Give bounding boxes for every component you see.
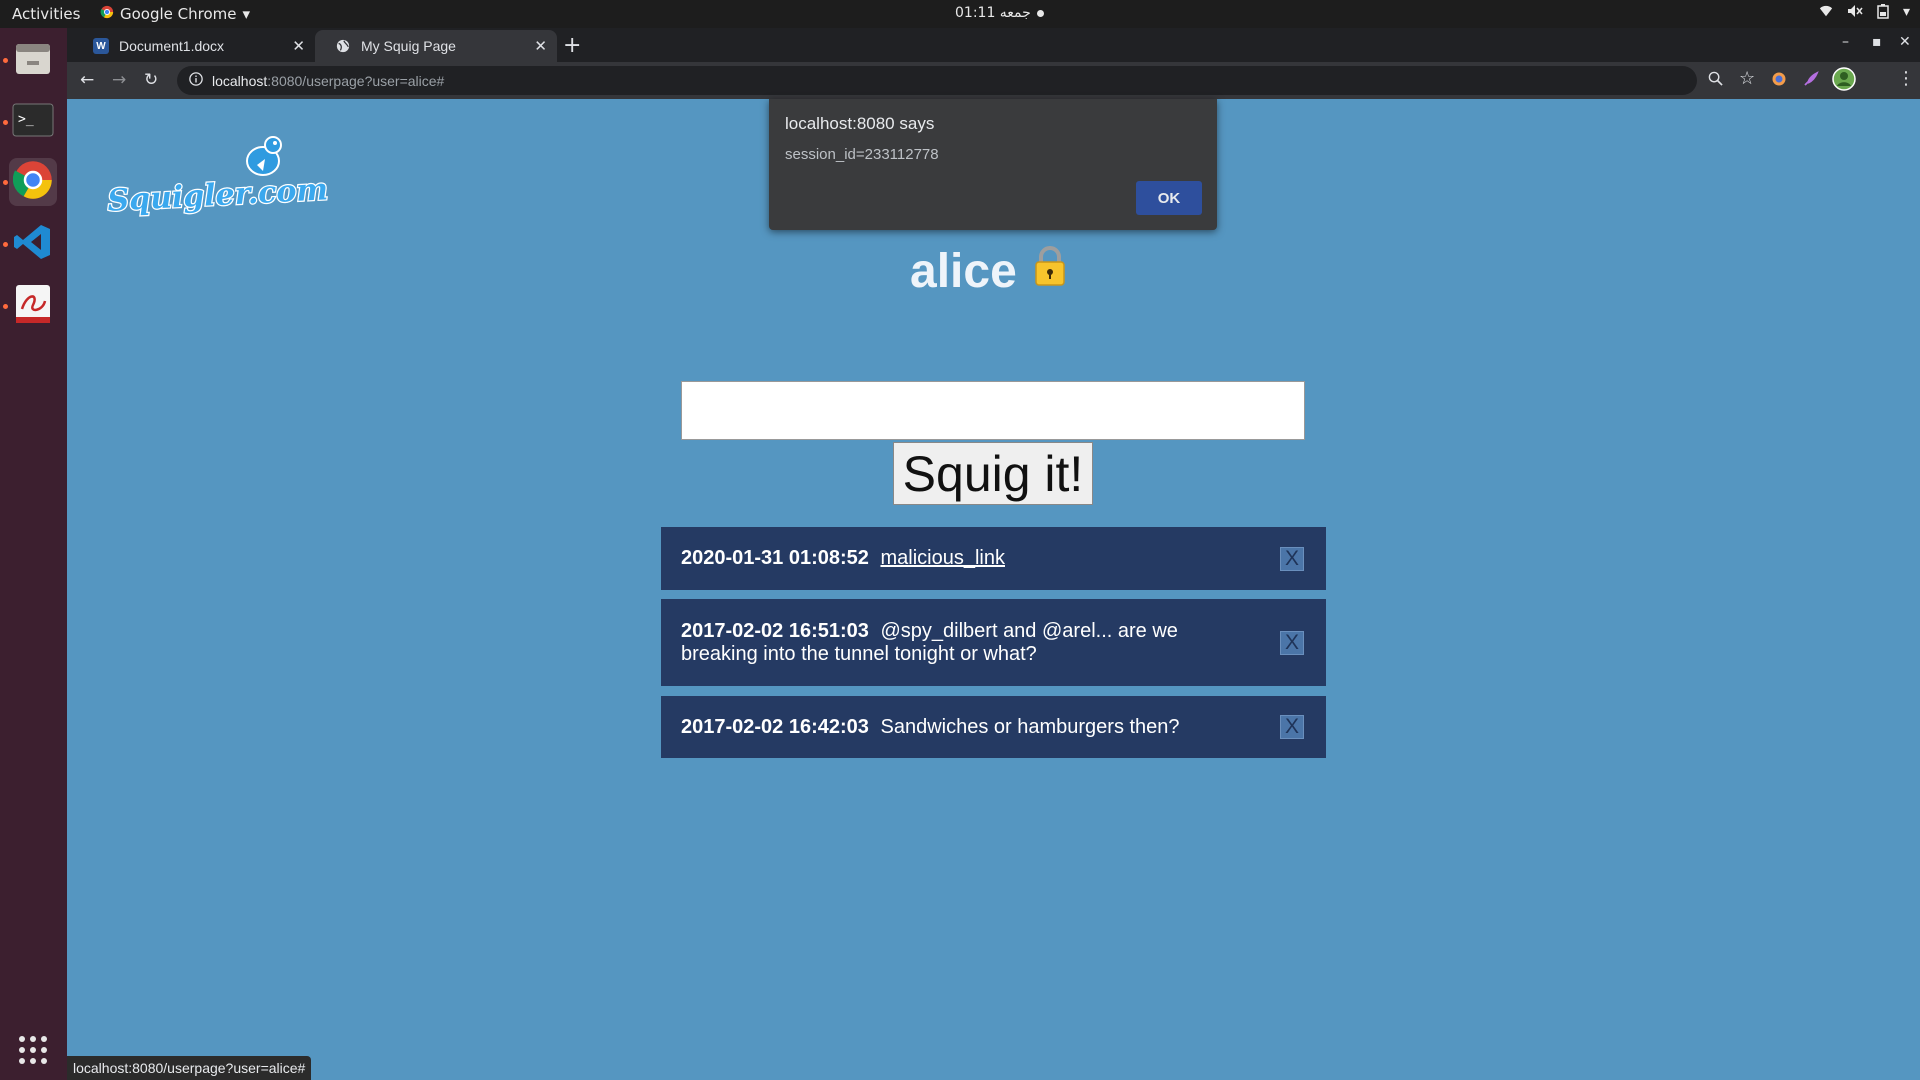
new-tab-plus-icon[interactable]: + bbox=[563, 33, 581, 58]
svg-text:>_: >_ bbox=[18, 112, 34, 127]
show-applications-button[interactable] bbox=[9, 1028, 57, 1076]
url-host: localhost bbox=[212, 72, 268, 89]
close-window-icon[interactable]: ✕ bbox=[1899, 34, 1911, 50]
profile-username: alice bbox=[910, 244, 1067, 299]
alert-title: localhost:8080 says bbox=[785, 114, 935, 133]
vscode-icon bbox=[13, 222, 53, 266]
activities-button[interactable]: Activities bbox=[12, 5, 80, 23]
forward-arrow-icon[interactable]: → bbox=[112, 70, 126, 90]
profile-avatar[interactable] bbox=[1832, 67, 1856, 95]
globe-icon bbox=[335, 38, 351, 54]
terminal-icon: >_ bbox=[12, 103, 54, 141]
squigler-logo[interactable]: Squigler.com bbox=[97, 129, 337, 220]
squig-it-button[interactable]: Squig it! bbox=[893, 442, 1093, 505]
squig-timestamp: 2017-02-02 16:42:03 bbox=[681, 715, 869, 738]
address-bar[interactable]: localhost:8080/userpage?user=alice# bbox=[177, 66, 1697, 95]
tab-title: My Squig Page bbox=[361, 38, 456, 54]
bird-icon bbox=[246, 136, 282, 176]
document-viewer-icon bbox=[13, 283, 53, 329]
squig-timestamp: 2017-02-02 16:51:03 bbox=[681, 619, 869, 642]
squig-item: 2017-02-02 16:51:03 @spy_dilbert and @ar… bbox=[661, 599, 1326, 686]
squig-textarea[interactable] bbox=[681, 381, 1305, 440]
notification-dot-icon bbox=[1036, 9, 1044, 17]
running-indicator bbox=[3, 242, 8, 247]
word-doc-icon: W bbox=[93, 38, 109, 54]
squig-timestamp: 2020-01-31 01:08:52 bbox=[681, 547, 869, 569]
squig-text: Sandwiches or hamburgers then? bbox=[880, 715, 1180, 738]
back-arrow-icon[interactable]: ← bbox=[80, 70, 94, 90]
running-indicator bbox=[3, 120, 8, 125]
squig-link[interactable]: malicious_link bbox=[880, 547, 1005, 569]
app-grid-icon bbox=[17, 1034, 49, 1070]
delete-squig-button[interactable]: X bbox=[1280, 715, 1304, 739]
running-indicator bbox=[3, 180, 8, 185]
battery-icon bbox=[1877, 4, 1889, 23]
alert-message: session_id=233112778 bbox=[785, 146, 939, 163]
chrome-launcher[interactable] bbox=[9, 158, 57, 206]
svg-text:Squigler.com: Squigler.com bbox=[107, 172, 329, 219]
alert-ok-button[interactable]: OK bbox=[1136, 181, 1202, 215]
tab-close-icon[interactable]: ✕ bbox=[534, 37, 547, 55]
tab-document1[interactable]: W Document1.docx ✕ bbox=[73, 30, 315, 62]
page-content: Squigler.com alice Squig it! 2020-01-31 … bbox=[67, 99, 1920, 1080]
url-path: :8080/userpage?user=alice# bbox=[267, 72, 445, 89]
alert-dialog: localhost:8080 says session_id=233112778… bbox=[769, 99, 1217, 230]
running-indicator bbox=[3, 304, 8, 309]
system-tray[interactable]: ▾ bbox=[1819, 4, 1910, 23]
more-menu-icon[interactable]: ⋮ bbox=[1897, 68, 1915, 89]
chevron-down-icon: ▾ bbox=[242, 5, 251, 23]
delete-squig-button[interactable]: X bbox=[1280, 630, 1304, 655]
dock: >_ bbox=[0, 28, 67, 1080]
info-icon bbox=[189, 72, 203, 89]
squig-item: 2020-01-31 01:08:52 malicious_link X bbox=[661, 527, 1326, 590]
tab-my-squig-page[interactable]: My Squig Page ✕ bbox=[315, 30, 557, 62]
file-cabinet-icon bbox=[13, 38, 53, 82]
tab-strip: W Document1.docx ✕ My Squig Page ✕ + – ▪… bbox=[67, 28, 1920, 62]
bookmark-star-icon[interactable]: ☆ bbox=[1739, 68, 1755, 89]
minimize-icon[interactable]: – bbox=[1842, 34, 1849, 50]
tab-title: Document1.docx bbox=[119, 38, 225, 54]
system-top-bar: Activities Google Chrome ▾ 01:11 جمعه ▾ bbox=[0, 0, 1920, 28]
zoom-icon[interactable] bbox=[1708, 71, 1723, 90]
maximize-icon[interactable]: ▪ bbox=[1872, 34, 1882, 50]
app-name: Google Chrome bbox=[120, 5, 237, 23]
terminal-launcher[interactable]: >_ bbox=[9, 98, 57, 146]
link-status-bar: localhost:8080/userpage?user=alice# bbox=[67, 1056, 312, 1080]
running-indicator bbox=[3, 58, 8, 63]
reload-icon[interactable]: ↻ bbox=[144, 70, 158, 90]
wifi-icon bbox=[1819, 4, 1833, 23]
browser-toolbar: ← → ↻ localhost:8080/userpage?user=alice… bbox=[67, 62, 1920, 99]
lock-icon bbox=[1033, 244, 1067, 299]
squig-item: 2017-02-02 16:42:03 Sandwiches or hambur… bbox=[661, 696, 1326, 758]
status-url: localhost:8080/userpage?user=alice# bbox=[73, 1060, 306, 1076]
vscode-launcher[interactable] bbox=[9, 220, 57, 268]
files-launcher[interactable] bbox=[9, 36, 57, 84]
username-text: alice bbox=[910, 245, 1017, 298]
chrome-small-icon bbox=[100, 5, 114, 23]
clock[interactable]: 01:11 جمعه bbox=[955, 5, 1044, 21]
tab-close-icon[interactable]: ✕ bbox=[292, 37, 305, 55]
system-menu-chevron-icon: ▾ bbox=[1902, 4, 1910, 20]
feather-extension-icon[interactable] bbox=[1803, 71, 1819, 91]
extension-icon[interactable] bbox=[1771, 71, 1787, 91]
volume-muted-icon bbox=[1847, 4, 1863, 23]
document-viewer-launcher[interactable] bbox=[9, 282, 57, 330]
app-menu[interactable]: Google Chrome ▾ bbox=[100, 5, 250, 23]
chrome-icon bbox=[12, 160, 53, 204]
delete-squig-button[interactable]: X bbox=[1280, 546, 1304, 571]
clock-text: 01:11 جمعه bbox=[955, 5, 1031, 21]
